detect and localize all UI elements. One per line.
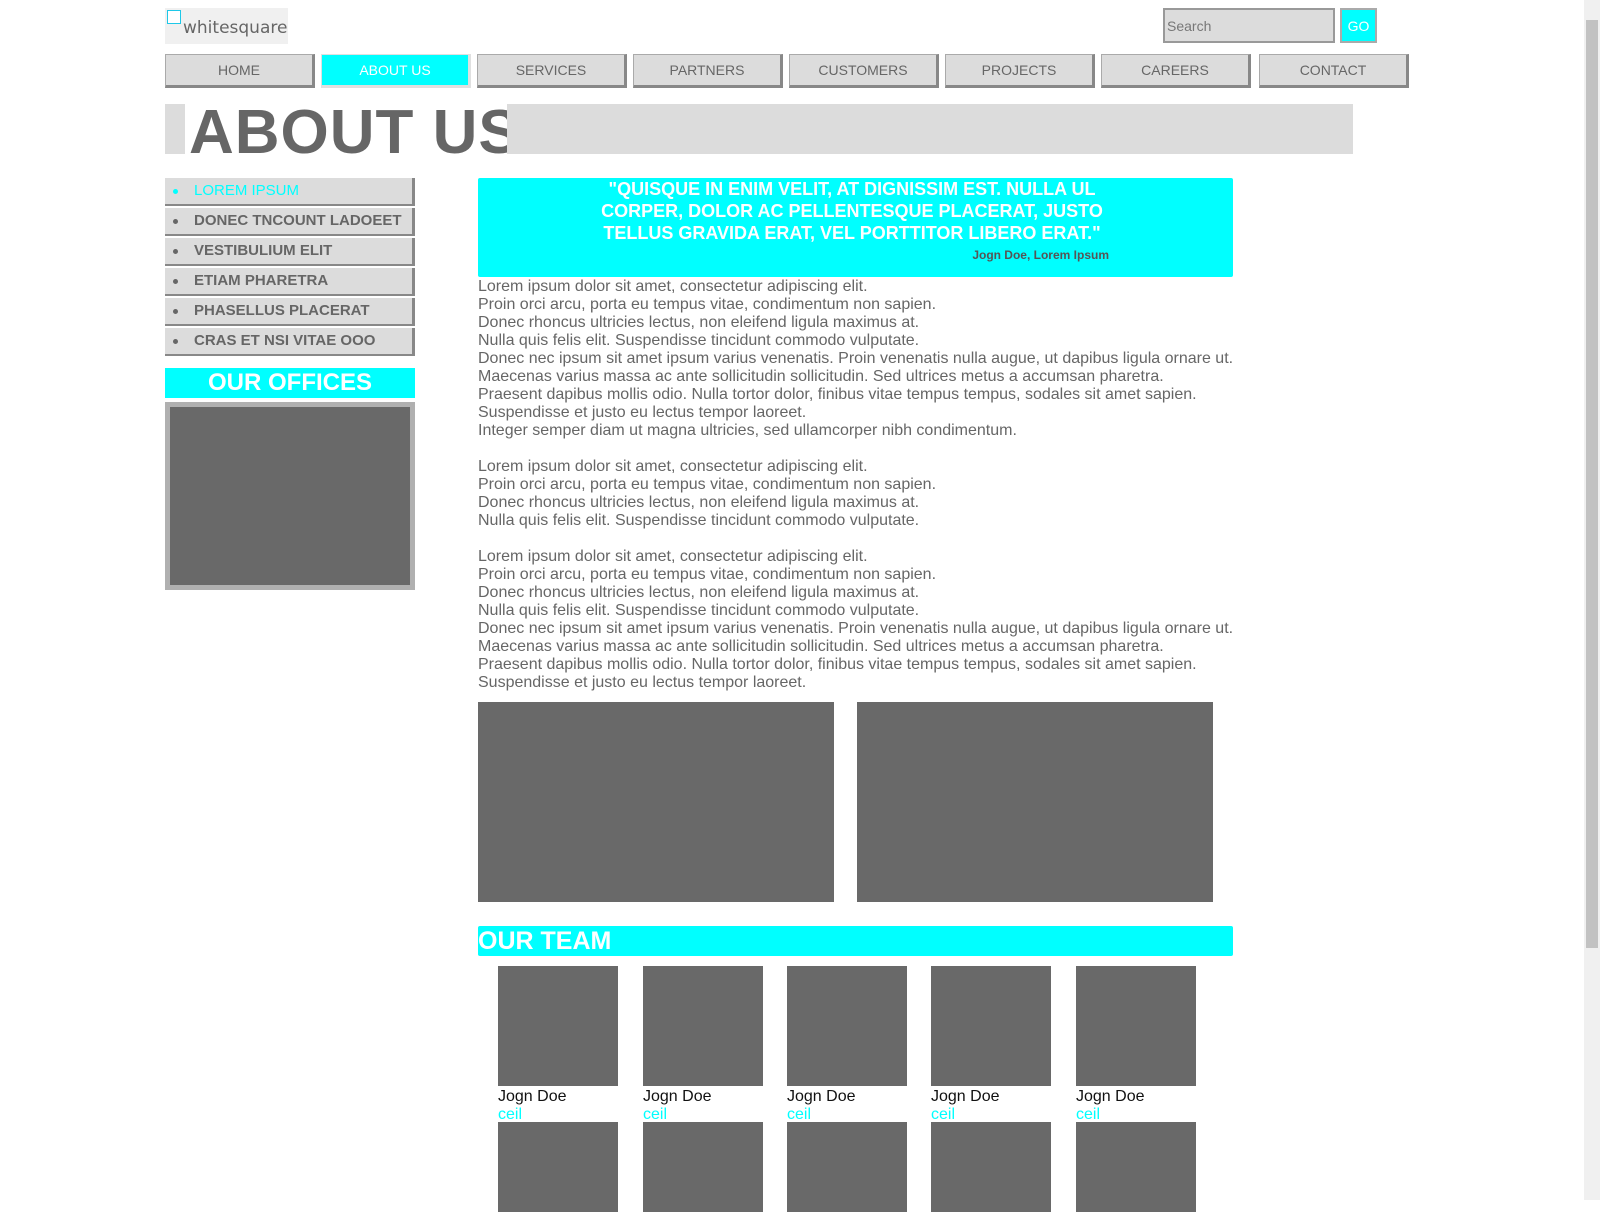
sidebar-item-phasellus-placerat[interactable]: PHASELLUS PLACERAT <box>165 298 415 326</box>
body-line: Donec nec ipsum sit amet ipsum varius ve… <box>478 350 1234 367</box>
body-line: Lorem ipsum dolor sit amet, consectetur … <box>478 278 868 295</box>
team-member: Jogn Doe ceil <box>931 966 1051 1124</box>
sidebar-item-label: ETIAM PHARETRA <box>194 272 329 289</box>
team-member-name: Jogn Doe <box>498 1088 567 1105</box>
nav-item-projects[interactable]: PROJECTS <box>945 54 1095 88</box>
body-paragraph: Lorem ipsum dolor sit amet, consectetur … <box>478 278 1258 440</box>
sidebar-item-donec-tncount-ladoeet[interactable]: DONEC TNCOUNT LADOEET <box>165 208 415 236</box>
offices-heading: OUR OFFICES <box>165 368 415 398</box>
body-line: Integer semper diam ut magna ultricies, … <box>478 422 1017 439</box>
main-nav: HOME ABOUT US SERVICES PARTNERS CUSTOMER… <box>165 54 1411 90</box>
sidebar-item-label: DONEC TNCOUNT LADOEET <box>194 212 402 229</box>
nav-item-about-us[interactable]: ABOUT US <box>321 54 471 88</box>
team-member-photo <box>643 1122 763 1212</box>
body-paragraph: Lorem ipsum dolor sit amet, consectetur … <box>478 458 1258 530</box>
body-text: Lorem ipsum dolor sit amet, consectetur … <box>478 278 1258 710</box>
offices-map-image <box>165 402 415 590</box>
team-member-photo <box>787 1122 907 1212</box>
sidebar-item-label: CRAS ET NSI VITAE OOO <box>194 332 376 349</box>
title-band-right <box>507 104 1353 154</box>
body-line: Nulla quis felis elit. Suspendisse tinci… <box>478 512 920 529</box>
team-member-name: Jogn Doe <box>931 1088 1000 1105</box>
body-line: Suspendisse et justo eu lectus tempor la… <box>478 674 807 691</box>
team-member: Jogn Doe ceil <box>643 966 763 1124</box>
quote-text: "QUISQUE IN ENIM VELIT, AT DIGNISSIM EST… <box>601 179 1103 243</box>
body-line: Proin orci arcu, porta eu tempus vitae, … <box>478 296 937 313</box>
team-member-photo <box>643 966 763 1086</box>
logo-text: whitesquare <box>183 18 288 38</box>
team-heading: OUR TEAM <box>478 926 1233 956</box>
bullet-icon <box>173 279 178 284</box>
team-member-photo <box>1076 966 1196 1086</box>
title-band-left <box>165 104 185 154</box>
nav-item-partners[interactable]: PARTNERS <box>633 54 783 88</box>
team-member-photo <box>931 1122 1051 1212</box>
site-logo[interactable]: whitesquare <box>165 8 288 44</box>
nav-item-contact[interactable]: CONTACT <box>1259 54 1409 88</box>
body-line: Praesent dapibus mollis odio. Nulla tort… <box>478 656 1197 673</box>
team-member: Jogn Doe ceil <box>787 966 907 1124</box>
bullet-icon <box>173 339 178 344</box>
go-button[interactable]: GO <box>1340 8 1377 43</box>
team-member-name: Jogn Doe <box>1076 1088 1145 1105</box>
body-paragraph: Lorem ipsum dolor sit amet, consectetur … <box>478 548 1258 692</box>
sidebar-item-label: LOREM IPSUM <box>194 182 300 199</box>
sidebar-item-etiam-pharetra[interactable]: ETIAM PHARETRA <box>165 268 415 296</box>
team-member: Jogn Doe ceil <box>1076 966 1196 1124</box>
content-image <box>478 702 834 902</box>
nav-item-careers[interactable]: CAREERS <box>1101 54 1251 88</box>
body-line: Donec rhoncus ultricies lectus, non elei… <box>478 584 920 601</box>
team-member-photo <box>498 1122 618 1212</box>
sidebar-item-lorem-ipsum[interactable]: LOREM IPSUM <box>165 178 415 206</box>
sidebar-item-cras-et-nsi-vitae-ooo[interactable]: CRAS ET NSI VITAE OOO <box>165 328 415 356</box>
body-line: Nulla quis felis elit. Suspendisse tinci… <box>478 332 920 349</box>
bullet-icon <box>173 309 178 314</box>
body-line: Proin orci arcu, porta eu tempus vitae, … <box>478 476 937 493</box>
bullet-icon <box>173 249 178 254</box>
body-line: Maecenas varius massa ac ante sollicitud… <box>478 368 1164 385</box>
body-line: Lorem ipsum dolor sit amet, consectetur … <box>478 548 868 565</box>
team-member-photo <box>498 966 618 1086</box>
nav-item-services[interactable]: SERVICES <box>477 54 627 88</box>
team-member-photo <box>787 966 907 1086</box>
team-member-photo <box>931 966 1051 1086</box>
body-line: Donec rhoncus ultricies lectus, non elei… <box>478 314 920 331</box>
page-title: ABOUT US <box>189 98 521 167</box>
logo-square-icon <box>167 10 181 24</box>
team-member-photo <box>1076 1122 1196 1212</box>
body-line: Donec nec ipsum sit amet ipsum varius ve… <box>478 620 1234 637</box>
search-input[interactable] <box>1163 8 1335 43</box>
team-member-name: Jogn Doe <box>787 1088 856 1105</box>
team-member: Jogn Doe ceil <box>498 966 618 1124</box>
body-line: Maecenas varius massa ac ante sollicitud… <box>478 638 1164 655</box>
bullet-icon <box>173 219 178 224</box>
body-line: Nulla quis felis elit. Suspendisse tinci… <box>478 602 920 619</box>
nav-item-home[interactable]: HOME <box>165 54 315 88</box>
body-line: Praesent dapibus mollis odio. Nulla tort… <box>478 386 1197 403</box>
body-line: Lorem ipsum dolor sit amet, consectetur … <box>478 458 868 475</box>
body-line: Donec rhoncus ultricies lectus, non elei… <box>478 494 920 511</box>
bullet-icon <box>173 189 178 194</box>
sidebar-item-label: VESTIBULIUM ELIT <box>194 242 333 259</box>
quote-author: Jogn Doe, Lorem Ipsum <box>972 248 1109 262</box>
body-line: Suspendisse et justo eu lectus tempor la… <box>478 404 807 421</box>
body-line: Proin orci arcu, porta eu tempus vitae, … <box>478 566 937 583</box>
sidebar-item-vestibulium-elit[interactable]: VESTIBULIUM ELIT <box>165 238 415 266</box>
sidebar-menu: LOREM IPSUM DONEC TNCOUNT LADOEET VESTIB… <box>165 178 415 358</box>
content-image <box>857 702 1213 902</box>
team-member-name: Jogn Doe <box>643 1088 712 1105</box>
nav-item-customers[interactable]: CUSTOMERS <box>789 54 939 88</box>
scrollbar-thumb[interactable] <box>1586 20 1598 948</box>
sidebar-item-label: PHASELLUS PLACERAT <box>194 302 370 319</box>
quote-box: "QUISQUE IN ENIM VELIT, AT DIGNISSIM EST… <box>478 178 1233 277</box>
